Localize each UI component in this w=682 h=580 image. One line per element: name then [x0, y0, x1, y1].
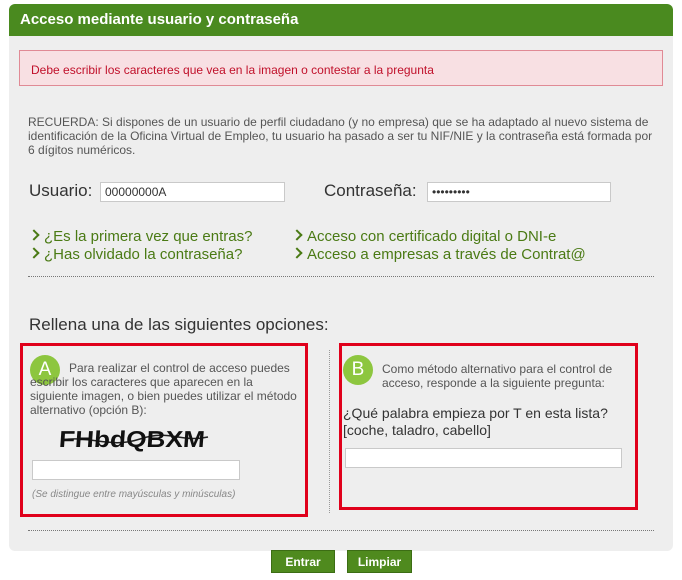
forgot-password-label: ¿Has olvidado la contraseña? [44, 246, 243, 263]
chevron-right-icon [28, 229, 40, 241]
option-b-badge: B [343, 355, 373, 385]
digital-certificate-label: Acceso con certificado digital o DNI-e [307, 228, 557, 245]
captcha-input[interactable] [32, 460, 240, 480]
security-answer-input[interactable] [345, 448, 622, 468]
divider [28, 276, 654, 277]
password-label: Contraseña: [324, 181, 417, 200]
enter-button[interactable]: Entrar [271, 550, 335, 573]
reminder-text: RECUERDA: Si dispones de un usuario de p… [28, 115, 653, 157]
security-question: ¿Qué palabra empieza por T en esta lista… [343, 405, 608, 439]
clear-button[interactable]: Limpiar [347, 550, 412, 573]
option-a-text: escribir los caracteres que aparecen en … [30, 375, 297, 417]
panel-header: Acceso mediante usuario y contraseña [9, 4, 673, 36]
digital-certificate-link[interactable]: Acceso con certificado digital o DNI-e [291, 228, 557, 245]
chevron-right-icon [291, 247, 303, 259]
captcha-image: FHbdQBXM [60, 426, 209, 452]
options-separator [329, 350, 330, 513]
options-title: Rellena una de las siguientes opciones: [29, 315, 329, 334]
user-input[interactable] [100, 182, 285, 202]
chevron-right-icon [28, 247, 40, 259]
chevron-right-icon [291, 229, 303, 241]
companies-contrata-link[interactable]: Acceso a empresas a través de Contrat@ [291, 246, 586, 263]
forgot-password-link[interactable]: ¿Has olvidado la contraseña? [28, 246, 243, 263]
companies-contrata-label: Acceso a empresas a través de Contrat@ [307, 246, 586, 263]
password-input[interactable] [427, 182, 611, 202]
security-question-text: ¿Qué palabra empieza por T en esta lista… [343, 405, 608, 421]
option-a-text-line1: Para realizar el control de acceso puede… [69, 361, 290, 375]
panel-title: Acceso mediante usuario y contraseña [20, 11, 299, 28]
first-time-link[interactable]: ¿Es la primera vez que entras? [28, 228, 253, 245]
error-message: Debe escribir los caracteres que vea en … [19, 50, 663, 86]
user-label: Usuario: [29, 181, 93, 200]
security-question-options: [coche, taladro, cabello] [343, 422, 491, 438]
first-time-label: ¿Es la primera vez que entras? [44, 228, 253, 245]
bottom-divider [28, 530, 654, 531]
captcha-text: FHbdQBXM [60, 426, 206, 452]
option-b-text: Como método alternativo para el control … [382, 362, 613, 390]
captcha-hint: (Se distingue entre mayúsculas y minúscu… [32, 489, 236, 500]
